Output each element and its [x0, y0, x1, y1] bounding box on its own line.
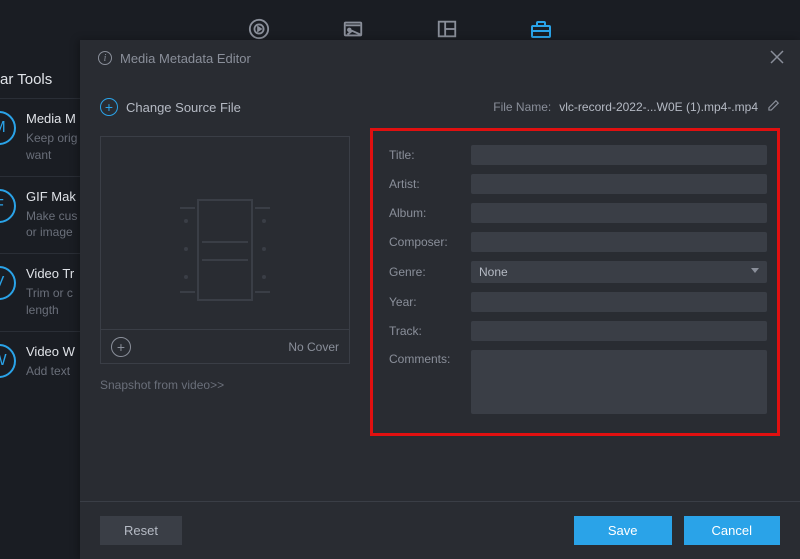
- change-source-label: Change Source File: [126, 100, 241, 115]
- sidebar-item-title: Media M: [26, 111, 85, 126]
- plus-circle-icon: +: [100, 98, 118, 116]
- dialog-header: i Media Metadata Editor: [80, 40, 800, 76]
- layout-icon[interactable]: [435, 17, 459, 41]
- chevron-down-icon: [751, 268, 759, 273]
- media-icon: M: [0, 111, 16, 145]
- sidebar-item-media-metadata[interactable]: M Media M Keep orig want: [0, 98, 85, 176]
- sidebar-item-gif-maker[interactable]: F GIF Mak Make cus or image: [0, 176, 85, 254]
- toolbox-icon[interactable]: [529, 17, 553, 41]
- comments-label: Comments:: [389, 350, 471, 366]
- gif-icon: F: [0, 189, 16, 223]
- video-trim-icon: V: [0, 266, 16, 300]
- file-name-label: File Name:: [493, 100, 551, 114]
- sidebar-item-video-trim[interactable]: V Video Tr Trim or c length: [0, 253, 85, 331]
- sidebar-header: ar Tools: [0, 55, 85, 98]
- track-label: Track:: [389, 324, 471, 338]
- dialog-footer: Reset Save Cancel: [80, 501, 800, 559]
- edit-icon[interactable]: [766, 99, 780, 116]
- save-button[interactable]: Save: [574, 516, 672, 545]
- top-nav: [0, 0, 800, 40]
- dialog-toolbar: + Change Source File File Name: vlc-reco…: [80, 76, 800, 136]
- sidebar-item-desc: Keep orig want: [26, 130, 85, 164]
- dialog-title: Media Metadata Editor: [120, 51, 251, 66]
- sidebar-item-video-watermark[interactable]: W Video W Add text: [0, 331, 85, 392]
- no-cover-label: No Cover: [288, 340, 339, 354]
- file-name-value: vlc-record-2022-...W0E (1).mp4-.mp4: [559, 100, 758, 114]
- album-input[interactable]: [471, 203, 767, 223]
- sidebar-item-title: GIF Mak: [26, 189, 85, 204]
- cover-section: + No Cover Snapshot from video>>: [100, 136, 350, 436]
- sidebar-item-desc: Add text: [26, 363, 75, 380]
- composer-input[interactable]: [471, 232, 767, 252]
- reset-button[interactable]: Reset: [100, 516, 182, 545]
- sidebar-item-desc: Make cus or image: [26, 208, 85, 242]
- cancel-button[interactable]: Cancel: [684, 516, 780, 545]
- sidebar: ar Tools M Media M Keep orig want F GIF …: [0, 55, 85, 392]
- info-icon: i: [98, 51, 112, 65]
- year-label: Year:: [389, 295, 471, 309]
- cover-footer: + No Cover: [101, 329, 349, 363]
- artist-label: Artist:: [389, 177, 471, 191]
- sidebar-item-title: Video Tr: [26, 266, 85, 281]
- file-name: File Name: vlc-record-2022-...W0E (1).mp…: [493, 99, 780, 116]
- change-source-button[interactable]: + Change Source File: [100, 98, 241, 116]
- dialog-content: + No Cover Snapshot from video>> Title: …: [80, 136, 800, 436]
- add-cover-button[interactable]: +: [111, 337, 131, 357]
- sidebar-item-title: Video W: [26, 344, 75, 359]
- track-input[interactable]: [471, 321, 767, 341]
- video-watermark-icon: W: [0, 344, 16, 378]
- genre-select[interactable]: None: [471, 261, 767, 283]
- film-placeholder-icon: [180, 199, 270, 301]
- metadata-form: Title: Artist: Album: Composer: Genre: N…: [370, 128, 780, 436]
- album-label: Album:: [389, 206, 471, 220]
- composer-label: Composer:: [389, 235, 471, 249]
- artist-input[interactable]: [471, 174, 767, 194]
- genre-label: Genre:: [389, 265, 471, 279]
- snapshot-link[interactable]: Snapshot from video>>: [100, 378, 350, 392]
- year-input[interactable]: [471, 292, 767, 312]
- metadata-editor-dialog: i Media Metadata Editor + Change Source …: [80, 40, 800, 559]
- picture-icon[interactable]: [341, 17, 365, 41]
- cover-box: + No Cover: [100, 136, 350, 364]
- title-input[interactable]: [471, 145, 767, 165]
- play-circle-icon[interactable]: [247, 17, 271, 41]
- close-icon[interactable]: [770, 50, 786, 66]
- comments-input[interactable]: [471, 350, 767, 414]
- sidebar-item-desc: Trim or c length: [26, 285, 85, 319]
- title-label: Title:: [389, 148, 471, 162]
